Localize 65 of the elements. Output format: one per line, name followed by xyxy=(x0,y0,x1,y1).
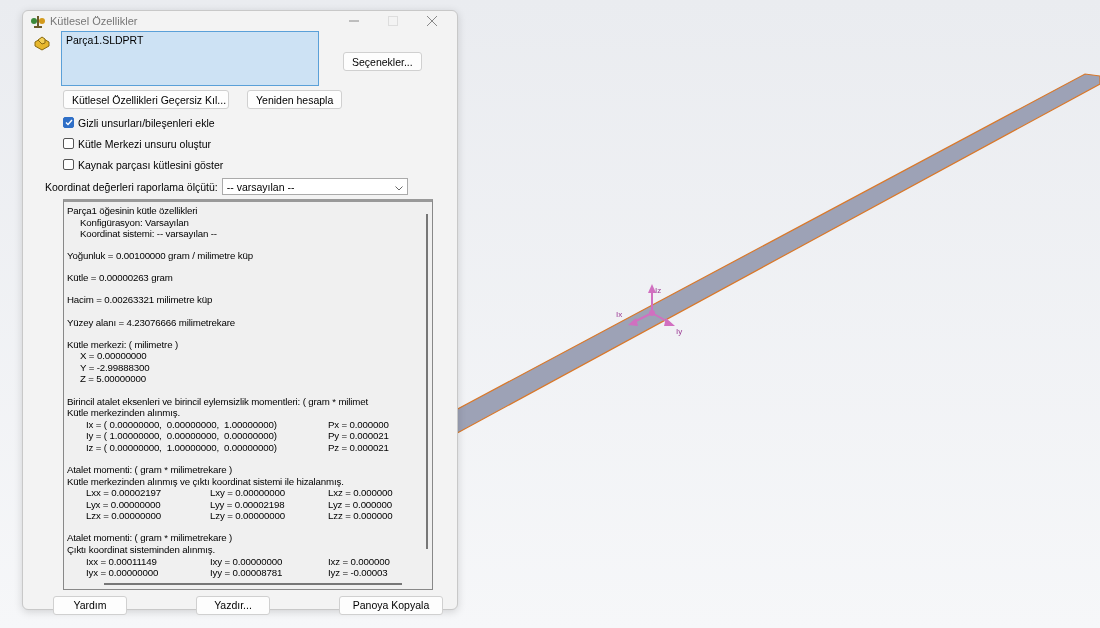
report-line: Y = -2.99888300 xyxy=(79,361,151,374)
report-line: Yüzey alanı = 4.23076666 milimetrekare xyxy=(67,316,236,329)
report-line: Z = 5.00000000 xyxy=(79,373,148,386)
report-line: Koordinat sistemi: -- varsayılan -- xyxy=(79,228,218,240)
override-button[interactable]: Kütlesel Özellikleri Geçersiz Kıl... xyxy=(63,90,229,109)
report-line: Çıktı koordinat sisteminden alınmış. xyxy=(67,544,217,556)
report-value: Pz = 0.000021 xyxy=(328,441,390,454)
report-value: Lyy = 0.00002198 xyxy=(210,498,286,511)
report-line: Kütle merkezinden alınmış ve çıktı koordinat sistemi ile hizalanmış. xyxy=(67,475,345,488)
checkbox-label: Kütle Merkezi unsuru oluştur xyxy=(78,137,212,150)
report-value: Lxx = 0.00002197 xyxy=(86,487,162,499)
report-value: Iz = ( 0.00000000, 1.00000000, 0.00000000) xyxy=(86,441,278,454)
report-line: Birincil atalet eksenleri ve birincil eylemsizlik momentleri: ( gram * milimet xyxy=(67,395,370,408)
field-label: Koordinat değerleri raporlama ölçütü: xyxy=(45,180,218,193)
axis-triad-icon xyxy=(628,284,675,326)
report-value: Iyy = 0.00008781 xyxy=(210,567,284,579)
print-button[interactable]: Yazdır... xyxy=(196,595,270,615)
report-value: Iyx = 0.00000000 xyxy=(86,567,160,579)
report-value: Lyx = 0.00000000 xyxy=(86,498,162,511)
report-line: Hacim = 0.00263321 milimetre küp xyxy=(67,294,214,307)
report-line: X = 0.00000000 xyxy=(79,350,148,362)
checkbox[interactable] xyxy=(63,159,74,170)
report-line: Yoğunluk = 0.00100000 gram / milimetre küp xyxy=(67,250,254,262)
report-value: Ixy = 0.00000000 xyxy=(210,555,284,568)
report-line: Atalet momenti: ( gram * milimetrekare ) xyxy=(67,532,234,545)
report-line: Konfigürasyon: Varsayılan xyxy=(79,216,190,229)
axis-label: Ix xyxy=(616,310,623,319)
report-line: Kütle merkezi: ( milimetre ) xyxy=(67,338,179,351)
report-value: Ixx = 0.00011149 xyxy=(86,555,158,568)
vertical-scrollbar[interactable] xyxy=(426,214,428,549)
report-value: Lxz = 0.000000 xyxy=(328,487,394,499)
recalculate-button[interactable]: Yeniden hesapla xyxy=(247,90,343,109)
report-value: Iy = ( 1.00000000, 0.00000000, 0.00000000) xyxy=(86,430,278,442)
close-icon xyxy=(427,16,437,26)
report-value: Lxy = 0.00000000 xyxy=(210,487,286,499)
coordinate-dropdown[interactable]: -- varsayılan -- xyxy=(221,178,408,195)
report-line: Kütle merkezinden alınmış. xyxy=(67,407,181,419)
copy-button[interactable]: Panoya Kopyala xyxy=(339,595,443,615)
axis-label: Iz xyxy=(655,286,662,295)
window-title: Kütlesel Özellikler xyxy=(50,15,139,27)
checkbox[interactable] xyxy=(63,138,74,149)
report-value: Py = 0.000021 xyxy=(328,430,390,442)
checkbox-label: Kaynak parçası kütlesini göster xyxy=(78,158,224,171)
report-value: Lzx = 0.00000000 xyxy=(86,510,162,522)
report-value: Ix = ( 0.00000000, 0.00000000, 1.00000000) xyxy=(86,418,278,431)
list-item[interactable]: Parça1.SLDPRT xyxy=(66,34,314,46)
help-button[interactable]: Yardım xyxy=(53,595,127,615)
report-value: Lzy = 0.00000000 xyxy=(210,510,286,522)
report-value: Px = 0.000000 xyxy=(328,418,390,431)
checkbox-label: Gizli unsurları/bileşenleri ekle xyxy=(78,116,215,129)
options-button[interactable]: Seçenekler... xyxy=(343,52,422,71)
report-line: Atalet momenti: ( gram * milimetrekare ) xyxy=(67,464,234,476)
report-value: Lzz = 0.000000 xyxy=(328,510,394,522)
report-line: Parça1 öğesinin kütle özellikleri xyxy=(67,205,199,217)
selection-list[interactable]: Parça1.SLDPRT xyxy=(61,31,319,86)
axis-label: Iy xyxy=(676,327,683,336)
report-value: Lyz = 0.000000 xyxy=(328,498,394,511)
horizontal-scrollbar[interactable] xyxy=(104,582,402,585)
chevron-down-icon xyxy=(394,185,403,191)
report-line: Kütle = 0.00000263 gram xyxy=(67,272,174,284)
report-value: Ixz = 0.000000 xyxy=(328,555,391,568)
checkbox[interactable] xyxy=(63,117,74,128)
report-value: Iyz = -0.00003 xyxy=(328,567,389,579)
scale-icon xyxy=(31,14,45,28)
part-icon xyxy=(33,35,51,51)
